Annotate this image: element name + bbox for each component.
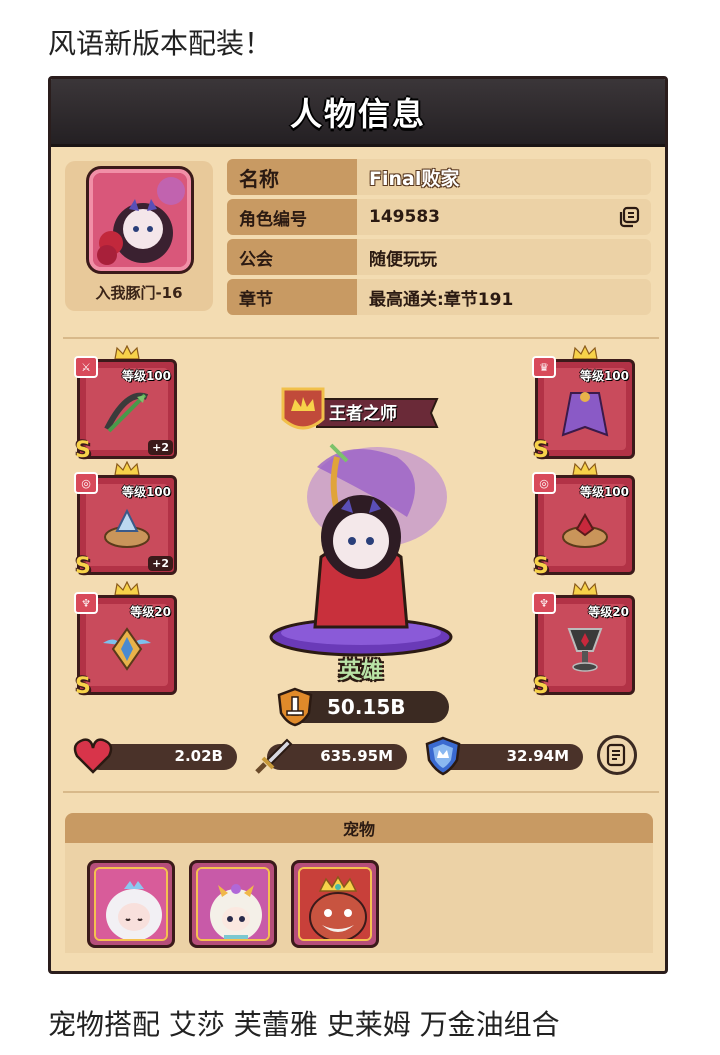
info-row-guild: 公会 随便玩玩 [227, 239, 651, 275]
pet-slot-freya[interactable] [189, 860, 277, 948]
equip-rank: S [533, 438, 549, 463]
ruby-ring-icon [562, 512, 608, 548]
equip-rank: S [75, 554, 91, 579]
equip-level: 等级100 [121, 369, 171, 383]
info-key: 角色编号 [227, 199, 357, 235]
profile-info: 名称 Final败家 角色编号 149583 公会 随便玩玩 章节 最高通关:章… [227, 159, 651, 319]
equip-level: 等级100 [579, 369, 629, 383]
equip-ring-2[interactable]: ◎ 等级100 S [532, 461, 635, 579]
pet-section-header: 宠物 [65, 813, 653, 843]
info-row-name: 名称 Final败家 [227, 159, 651, 195]
player-name: Final败家 [369, 167, 460, 190]
ring-icon: ◎ [74, 472, 98, 494]
panel-header: 人物信息 [51, 79, 665, 147]
pet-elsa-portrait [96, 869, 166, 939]
equip-level: 等级20 [130, 605, 171, 619]
equip-rank: S [75, 438, 91, 463]
sword-icon: ⚔ [74, 356, 98, 378]
equip-ring[interactable]: ◎ 等级100 S +2 [74, 461, 177, 579]
equip-armor[interactable]: ♛ 等级100 S [532, 345, 635, 463]
equip-necklace[interactable]: ♆ 等级20 S [74, 581, 177, 699]
armor-icon: ♛ [532, 356, 556, 378]
chalice-icon [567, 628, 603, 672]
divider [63, 791, 659, 793]
post-bottom-caption: 宠物搭配 艾莎 芙蕾雅 史莱姆 万金油组合 [48, 1008, 560, 1041]
stat-hp: 2.02B [73, 738, 237, 774]
equip-level: 等级100 [579, 485, 629, 499]
hero-label: 英雄 [338, 659, 383, 684]
rank-badge: 王者之师 [277, 385, 443, 439]
info-key: 章节 [227, 279, 357, 315]
defense-value: 32.94M [506, 747, 569, 765]
hero-character[interactable] [257, 437, 463, 657]
equip-plus: +2 [148, 556, 173, 571]
info-row-id: 角色编号 149583 [227, 199, 651, 235]
cape-icon [561, 392, 609, 437]
wing-badge-icon [103, 627, 151, 671]
bow-icon [104, 392, 149, 433]
stat-attack: 635.95M [255, 738, 407, 774]
attack-value: 635.95M [320, 747, 393, 765]
avatar-name: 入我豚门-16 [95, 284, 183, 302]
hp-value: 2.02B [174, 747, 223, 765]
character-info-panel: 人物信息 入我豚门-16 名称 Final败家 角色编号 149583 公会 随… [48, 76, 668, 974]
ring-icon: ◎ [532, 472, 556, 494]
equip-rank: S [533, 674, 549, 699]
stat-defense: 32.94M [425, 736, 583, 776]
equip-level: 等级20 [588, 605, 629, 619]
equip-weapon[interactable]: ⚔ 等级100 S +2 [74, 345, 177, 463]
pet-slot-slime[interactable] [291, 860, 379, 948]
divider [63, 337, 659, 339]
info-key: 公会 [227, 239, 357, 275]
avatar-box[interactable]: 入我豚门-16 [65, 161, 213, 311]
player-id: 149583 [369, 207, 440, 227]
post-top-caption: 风语新版本配装！ [48, 27, 273, 60]
pet-slime-portrait [300, 869, 370, 939]
sword-icon [255, 738, 293, 774]
equip-plus: +2 [148, 440, 173, 455]
gem-ring-icon [104, 508, 150, 548]
stats-detail-button[interactable] [597, 735, 637, 775]
copy-icon[interactable] [617, 206, 641, 228]
rank-title: 王者之师 [329, 404, 397, 424]
avatar [89, 169, 191, 271]
power-bar: 50.15B [277, 687, 449, 727]
document-icon [606, 743, 626, 767]
power-value: 50.15B [327, 695, 406, 719]
chapter-progress: 最高通关:章节191 [369, 289, 514, 310]
equip-rank: S [75, 674, 91, 699]
panel-title: 人物信息 [289, 94, 426, 133]
equip-necklace-2[interactable]: ♆ 等级20 S [532, 581, 635, 699]
info-key: 名称 [227, 159, 357, 195]
pet-slot-elsa[interactable] [87, 860, 175, 948]
shield-icon [425, 736, 461, 776]
heart-icon [73, 738, 113, 774]
player-id-value: 149583 [357, 199, 651, 235]
necklace-icon: ♆ [74, 592, 98, 614]
equip-rank: S [533, 554, 549, 579]
guild-name: 随便玩玩 [369, 249, 437, 270]
power-shield-icon [277, 687, 313, 727]
info-row-chapter: 章节 最高通关:章节191 [227, 279, 651, 315]
pet-freya-portrait [198, 869, 268, 939]
equip-level: 等级100 [121, 485, 171, 499]
necklace-icon: ♆ [532, 592, 556, 614]
